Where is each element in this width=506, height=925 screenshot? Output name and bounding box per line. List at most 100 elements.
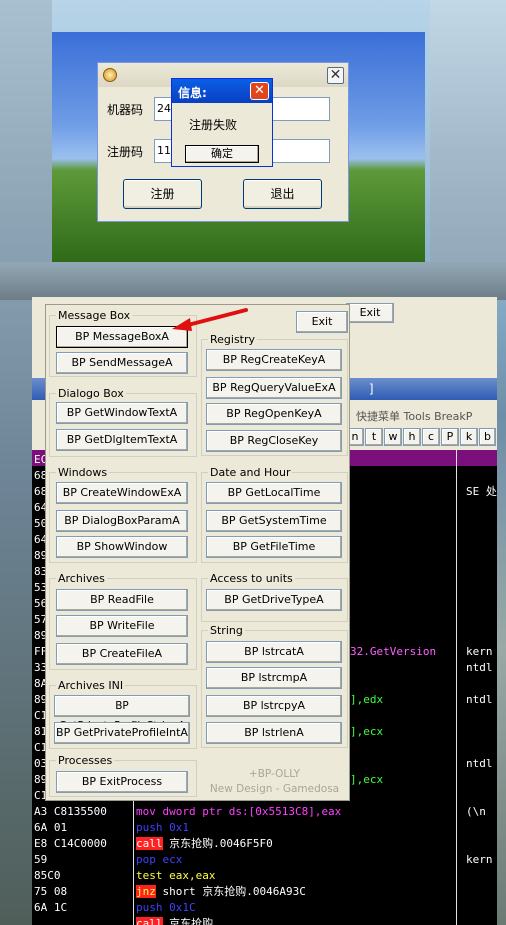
disasm-divider-2 xyxy=(456,450,457,925)
disasm-instruction: jnz short 京东抢购.0046A93C xyxy=(136,884,306,900)
disasm-opcode: call xyxy=(136,917,163,925)
bp-showwindow-button[interactable]: BP ShowWindow xyxy=(56,536,188,558)
disasm-instruction: test eax,eax xyxy=(136,868,215,884)
toolbar-letter-c[interactable]: c xyxy=(422,428,440,446)
bp-exit-button[interactable]: Exit xyxy=(296,311,348,333)
disasm-instruction: mov dword ptr ds:[0x5513C8],eax xyxy=(136,804,341,820)
olly-menu-fragment: 快捷菜单 Tools BreakP xyxy=(356,410,473,423)
bp-getdlgitemtexta-button[interactable]: BP GetDlgItemTextA xyxy=(56,429,188,451)
bp-regqueryvalueexa-button[interactable]: BP RegQueryValueExA xyxy=(206,377,342,399)
disasm-opcode: mov xyxy=(136,805,156,818)
bp-regclosekey-button[interactable]: BP RegCloseKey xyxy=(206,430,342,452)
disasm-instruction: call 京东抢购 xyxy=(136,916,213,925)
olly-toolbar: n t w h c P k b xyxy=(346,428,496,446)
bp-getdrivetypea-button[interactable]: BP GetDriveTypeA xyxy=(206,589,342,611)
disasm-code-fragment: 32.GetVersion xyxy=(350,645,437,658)
disasm-code-fragment: ],edx xyxy=(350,693,384,706)
bp-createwindowexa-button[interactable]: BP CreateWindowExA xyxy=(56,482,188,504)
bp-writefile-button[interactable]: BP WriteFile xyxy=(56,615,188,637)
disasm-operands: ecx xyxy=(155,853,183,866)
disasm-hex-line: 6A 01 xyxy=(34,821,68,834)
disasm-comment: ntdl xyxy=(466,693,493,706)
disasm-operands: short 京东抢购.0046A93C xyxy=(155,885,306,898)
disasm-operands: 0x1C xyxy=(162,901,196,914)
disasm-comment: (\n xyxy=(466,805,486,818)
disasm-operands: 京东抢购.0046F5F0 xyxy=(162,837,273,850)
disasm-comment: kern xyxy=(466,853,493,866)
bp-dialogboxparama-button[interactable]: BP DialogBoxParamA xyxy=(56,510,188,532)
toolbar-letter-b[interactable]: b xyxy=(479,428,496,446)
disasm-instruction: push 0x1 xyxy=(136,820,189,836)
exit-behind-button[interactable]: Exit xyxy=(346,303,394,323)
group-windows-label: Windows xyxy=(56,466,110,479)
register-code-label: 注册码 xyxy=(107,145,144,159)
disasm-comment-column: SE 处 kern ntdl ntdl ntdl (\n kern xyxy=(466,450,497,925)
disasm-hex-line: A3 C8135500 xyxy=(34,805,107,818)
disasm-instruction: call 京东抢购.0046F5F0 xyxy=(136,836,273,852)
message-dialog: 信息: ✕ 注册失败 确定 xyxy=(171,78,273,167)
toolbar-letter-p[interactable]: P xyxy=(441,428,459,446)
bp-exitprocess-button[interactable]: BP ExitProcess xyxy=(56,771,188,793)
bp-lstrcata-button[interactable]: BP lstrcatA xyxy=(206,641,342,663)
disasm-hex-line: E8 C14C0000 xyxy=(34,837,107,850)
group-string-label: String xyxy=(208,624,245,637)
disasm-opcode: call xyxy=(136,837,163,850)
toolbar-letter-t[interactable]: t xyxy=(365,428,383,446)
toolbar-letter-h[interactable]: h xyxy=(403,428,421,446)
register-button[interactable]: 注册 xyxy=(123,179,202,209)
bp-getprivateprofilestringa-button[interactable]: BP GetPrivateProfileStringA xyxy=(54,695,190,732)
bp-getprivateprofileinta-button[interactable]: BP GetPrivateProfileIntA xyxy=(54,722,190,744)
credit-line-2: New Design - Gamedosa xyxy=(209,783,340,795)
olly-title-fragment: ] xyxy=(368,382,376,396)
disasm-opcode: pop xyxy=(136,853,156,866)
group-dialog-box-label: Dialogo Box xyxy=(56,387,126,400)
disasm-opcode: push xyxy=(136,901,163,914)
disasm-comment: ntdl xyxy=(466,757,493,770)
bp-getsystemtime-button[interactable]: BP GetSystemTime xyxy=(206,510,342,532)
bp-olly-panel: Exit Message Box BP MessageBoxA BP SendM… xyxy=(45,304,350,801)
disasm-operands: 0x1 xyxy=(162,821,189,834)
disasm-opcode: test xyxy=(136,869,163,882)
credit-line-1: +BP-OLLY xyxy=(248,768,301,780)
bp-lstrlena-button[interactable]: BP lstrlenA xyxy=(206,722,342,744)
close-icon[interactable]: ✕ xyxy=(327,67,344,84)
message-titlebar: 信息: ✕ xyxy=(172,79,272,103)
disasm-instruction: push 0x1C xyxy=(136,900,196,916)
app-icon xyxy=(103,68,117,82)
bp-getlocaltime-button[interactable]: BP GetLocalTime xyxy=(206,482,342,504)
group-processes-label: Processes xyxy=(56,754,115,767)
disasm-hex-line: 85C0 xyxy=(34,869,61,882)
building-right xyxy=(430,0,506,300)
disasm-operands: dword ptr ds:[0x5513C8],eax xyxy=(155,805,342,818)
bp-sendmessagea-button[interactable]: BP SendMessageA xyxy=(56,352,188,374)
disasm-operands: 京东抢购 xyxy=(162,917,214,925)
disasm-operands: eax,eax xyxy=(162,869,216,882)
bp-lstrcpya-button[interactable]: BP lstrcpyA xyxy=(206,695,342,717)
bp-getwindowtexta-button[interactable]: BP GetWindowTextA xyxy=(56,402,188,424)
bp-regcreatekeya-button[interactable]: BP RegCreateKeyA xyxy=(206,349,342,371)
bp-createfilea-button[interactable]: BP CreateFileA xyxy=(56,643,188,665)
arrow-annotation-icon xyxy=(172,308,248,331)
bp-getfiletime-button[interactable]: BP GetFileTime xyxy=(206,536,342,558)
message-text: 注册失败 xyxy=(189,118,238,132)
ok-button[interactable]: 确定 xyxy=(185,145,259,163)
message-title: 信息: xyxy=(178,86,207,100)
bp-regopenkeya-button[interactable]: BP RegOpenKeyA xyxy=(206,403,342,425)
toolbar-letter-k[interactable]: k xyxy=(460,428,478,446)
disasm-comment: kern xyxy=(466,645,493,658)
disasm-code-fragment: ],ecx xyxy=(350,773,384,786)
bp-lstrcmpa-button[interactable]: BP lstrcmpA xyxy=(206,667,342,689)
machine-code-label: 机器码 xyxy=(107,103,144,117)
disasm-hex-line: 59 xyxy=(34,853,48,866)
bp-messageboxa-button[interactable]: BP MessageBoxA xyxy=(56,326,188,348)
group-registry-label: Registry xyxy=(208,333,258,346)
bp-readfile-button[interactable]: BP ReadFile xyxy=(56,589,188,611)
exit-button[interactable]: 退出 xyxy=(243,179,322,209)
disasm-opcode: push xyxy=(136,821,163,834)
disasm-comment: ntdl xyxy=(466,661,493,674)
group-archives-ini-label: Archives INI xyxy=(56,679,126,692)
group-access-units-label: Access to units xyxy=(208,572,295,585)
message-close-icon[interactable]: ✕ xyxy=(250,82,269,100)
toolbar-letter-w[interactable]: w xyxy=(384,428,402,446)
street-strip xyxy=(0,262,506,300)
